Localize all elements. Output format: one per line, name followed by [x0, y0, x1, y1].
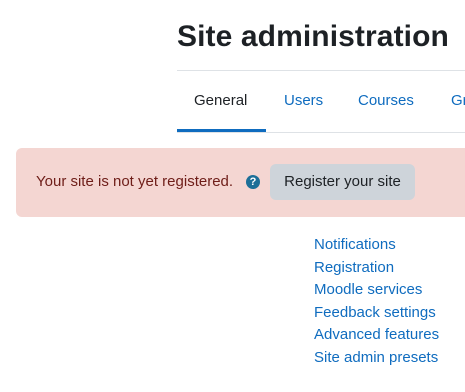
question-circle-icon[interactable]: ? [246, 175, 260, 189]
notifications-link[interactable]: Notifications [314, 236, 396, 253]
general-links-list: Notifications Registration Moodle servic… [314, 236, 439, 371]
tab-users[interactable]: Users [266, 71, 340, 129]
admin-tabs: General Users Courses Gr [177, 70, 465, 133]
list-item: Notifications [314, 236, 439, 259]
alert-message: Your site is not yet registered. [36, 173, 234, 190]
registration-link[interactable]: Registration [314, 259, 394, 276]
list-item: Site admin presets [314, 349, 439, 372]
tab-general[interactable]: General [177, 71, 266, 132]
list-item: Feedback settings [314, 304, 439, 327]
tab-grades[interactable]: Gr [434, 71, 465, 129]
register-site-button[interactable]: Register your site [270, 164, 415, 200]
page: Site administration General Users Course… [0, 0, 465, 392]
list-item: Moodle services [314, 281, 439, 304]
feedback-settings-link[interactable]: Feedback settings [314, 304, 436, 321]
advanced-features-link[interactable]: Advanced features [314, 326, 439, 343]
list-item: Registration [314, 259, 439, 282]
site-admin-presets-link[interactable]: Site admin presets [314, 349, 438, 366]
registration-alert: Your site is not yet registered. ? Regis… [16, 148, 465, 217]
tab-courses[interactable]: Courses [341, 71, 431, 129]
moodle-services-link[interactable]: Moodle services [314, 281, 422, 298]
list-item: Advanced features [314, 326, 439, 349]
page-title: Site administration [177, 20, 449, 53]
